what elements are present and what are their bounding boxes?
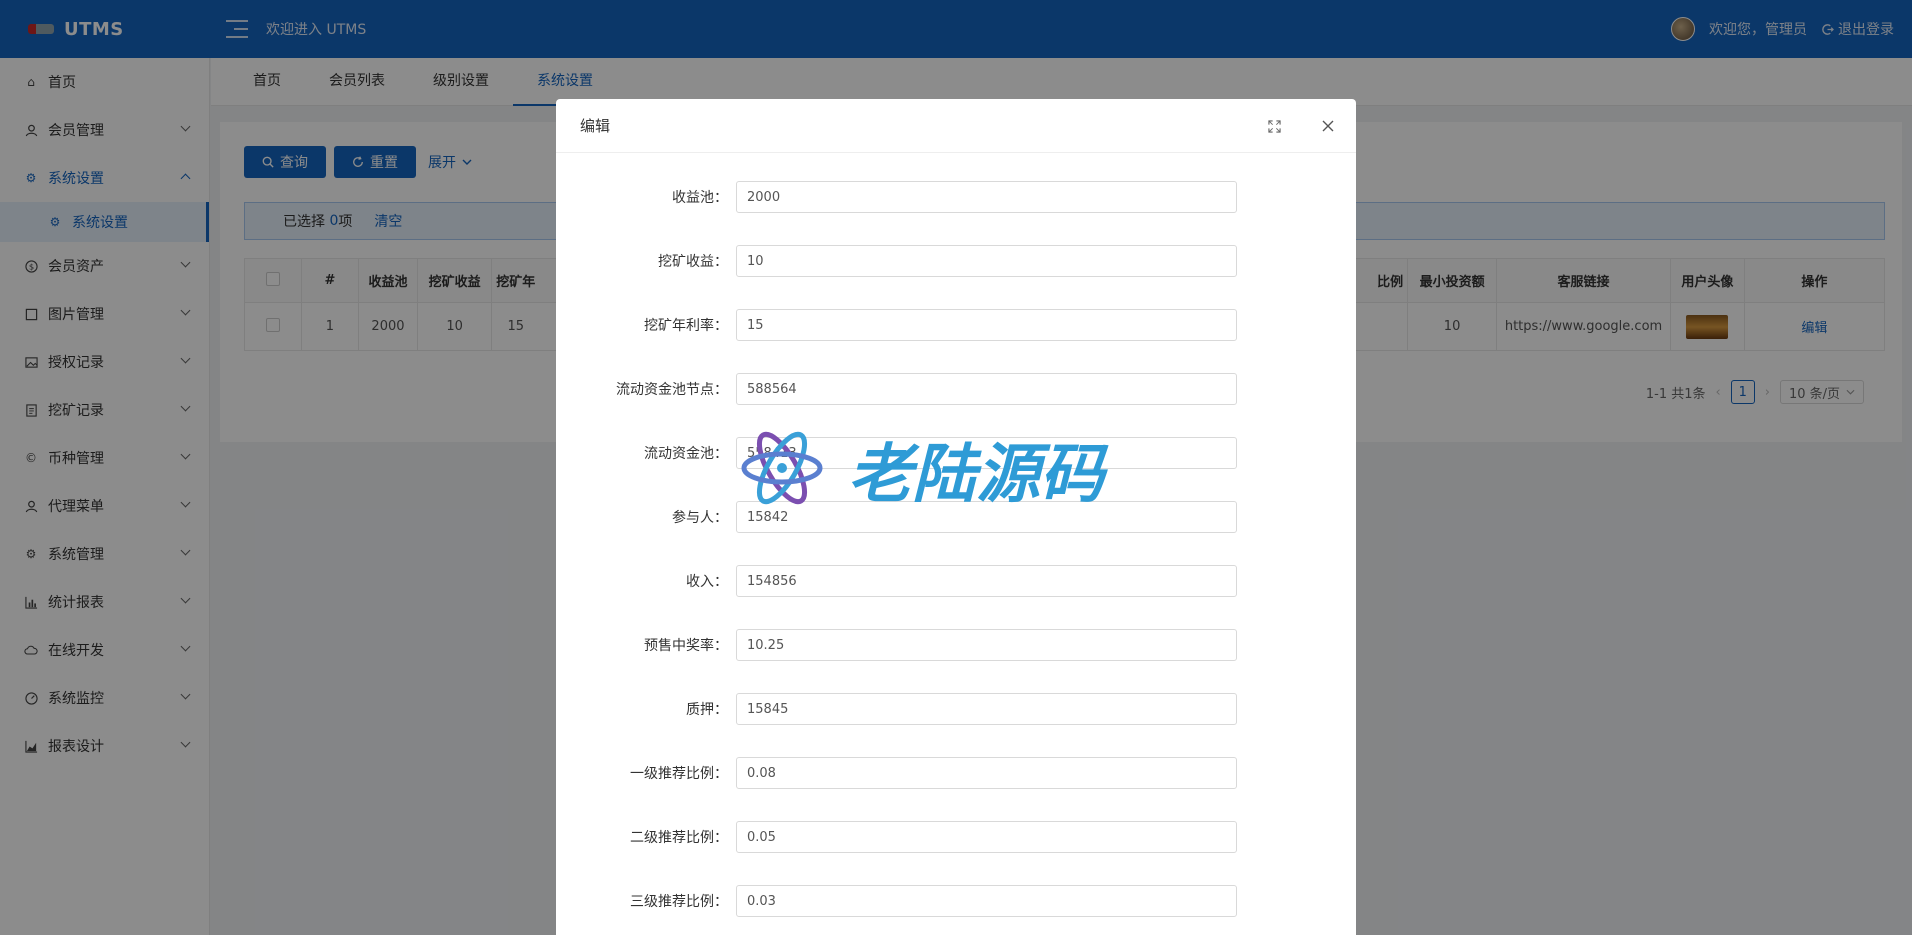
field-label: 流动资金池： xyxy=(644,446,728,462)
field-label: 参与人： xyxy=(672,510,728,526)
participants-input[interactable] xyxy=(736,501,1237,533)
liquidity-pool-input[interactable] xyxy=(736,437,1237,469)
modal-header: 编辑 xyxy=(556,99,1356,153)
form-field-participants: 参与人： xyxy=(556,501,1356,533)
form-field-presale-win-rate: 预售中奖率： xyxy=(556,629,1356,661)
form-field-liquidity-pool: 流动资金池： xyxy=(556,437,1356,469)
close-icon[interactable] xyxy=(1318,116,1338,136)
mining-annual-rate-input[interactable] xyxy=(736,309,1237,341)
field-label: 三级推荐比例： xyxy=(630,894,728,910)
mining-income-input[interactable] xyxy=(736,245,1237,277)
field-label: 质押： xyxy=(686,702,728,718)
revenue-pool-input[interactable] xyxy=(736,181,1237,213)
field-label: 收益池： xyxy=(672,190,728,206)
form-field-liquidity-pool-node: 流动资金池节点： xyxy=(556,373,1356,405)
field-label: 挖矿收益： xyxy=(658,254,728,270)
income-input[interactable] xyxy=(736,565,1237,597)
form-field-level2-ratio: 二级推荐比例： xyxy=(556,821,1356,853)
form-field-revenue-pool: 收益池： xyxy=(556,181,1356,213)
field-label: 一级推荐比例： xyxy=(630,766,728,782)
form-field-level3-ratio: 三级推荐比例： xyxy=(556,885,1356,917)
liquidity-pool-node-input[interactable] xyxy=(736,373,1237,405)
form-field-mining-income: 挖矿收益： xyxy=(556,245,1356,277)
form-field-income: 收入： xyxy=(556,565,1356,597)
field-label: 预售中奖率： xyxy=(644,638,728,654)
modal-title: 编辑 xyxy=(580,117,611,135)
level1-ratio-input[interactable] xyxy=(736,757,1237,789)
level2-ratio-input[interactable] xyxy=(736,821,1237,853)
fullscreen-icon[interactable] xyxy=(1264,116,1284,136)
pledge-input[interactable] xyxy=(736,693,1237,725)
form-field-mining-annual-rate: 挖矿年利率： xyxy=(556,309,1356,341)
form-field-level1-ratio: 一级推荐比例： xyxy=(556,757,1356,789)
field-label: 流动资金池节点： xyxy=(616,382,728,398)
field-label: 挖矿年利率： xyxy=(644,318,728,334)
form-field-pledge: 质押： xyxy=(556,693,1356,725)
edit-modal: 编辑 收益池： 挖矿收益： 挖矿年利率： 流动资金池节点： 流动资金池： 参与人… xyxy=(556,99,1356,935)
presale-win-rate-input[interactable] xyxy=(736,629,1237,661)
field-label: 收入： xyxy=(686,574,728,590)
level3-ratio-input[interactable] xyxy=(736,885,1237,917)
field-label: 二级推荐比例： xyxy=(630,830,728,846)
